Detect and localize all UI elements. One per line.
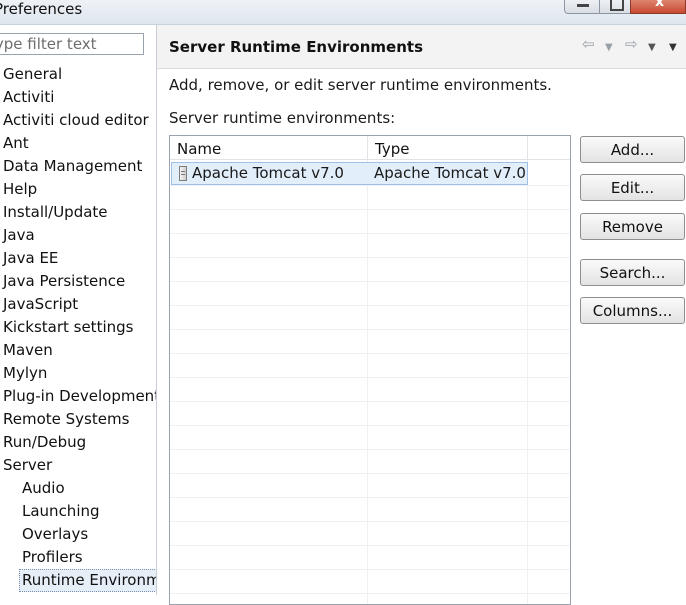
tree-item-java[interactable]: Java (3, 224, 35, 247)
row-divider (170, 257, 570, 258)
tree-item-general[interactable]: General (3, 63, 62, 86)
runtime-environments-table[interactable]: Name Type Apache Tomcat v7.0 Apache Tomc… (169, 135, 571, 605)
row-divider (170, 281, 570, 282)
edit-button[interactable]: Edit... (580, 174, 685, 201)
table-cell-name: Apache Tomcat v7.0 (192, 164, 344, 182)
back-dropdown-icon[interactable]: ▼ (605, 39, 613, 57)
back-arrow-icon[interactable]: ⇦ (582, 35, 595, 53)
tree-item-activiti[interactable]: Activiti (3, 86, 54, 109)
forward-arrow-icon[interactable]: ⇨ (625, 35, 638, 53)
tree-item-install-update[interactable]: Install/Update (3, 201, 108, 224)
column-header-name[interactable]: Name (170, 136, 368, 160)
tree-item-kickstart-settings[interactable]: Kickstart settings (3, 316, 133, 339)
tree-item-java-persistence[interactable]: Java Persistence (3, 270, 125, 293)
page-header: Server Runtime Environments ⇦ ▼ ⇨ ▼ ▼ (157, 25, 686, 69)
page-description: Add, remove, or edit server runtime envi… (169, 76, 552, 94)
row-divider (170, 569, 570, 570)
row-divider (170, 521, 570, 522)
column-header-filler (528, 136, 570, 160)
column-header-type[interactable]: Type (368, 136, 528, 160)
tree-item-server[interactable]: Server (3, 454, 52, 477)
row-divider (170, 353, 570, 354)
row-divider (170, 497, 570, 498)
row-divider (170, 473, 570, 474)
preference-page: Server Runtime Environments ⇦ ▼ ⇨ ▼ ▼ Ad… (157, 25, 686, 605)
tree-item-activiti-cloud-editor[interactable]: Activiti cloud editor (3, 109, 149, 132)
page-title: Server Runtime Environments (169, 38, 423, 56)
preference-tree-pane: General Activiti Activiti cloud editor A… (0, 25, 157, 595)
row-divider (170, 209, 570, 210)
runtime-list-label: Server runtime environments: (169, 109, 396, 127)
forward-dropdown-icon[interactable]: ▼ (648, 39, 656, 57)
tree-item-java-ee[interactable]: Java EE (3, 247, 58, 270)
tree-item-mylyn[interactable]: Mylyn (3, 362, 47, 385)
row-divider (170, 545, 570, 546)
close-icon: x (655, 0, 665, 10)
table-cell-type: Apache Tomcat v7.0 (374, 164, 526, 182)
tree-item-javascript[interactable]: JavaScript (3, 293, 78, 316)
tree-item-server-launching[interactable]: Launching (22, 500, 100, 523)
maximize-button[interactable] (599, 0, 631, 14)
tree-item-data-management[interactable]: Data Management (3, 155, 142, 178)
tree-item-server-runtime-environments[interactable]: Runtime Environments (19, 569, 156, 592)
remove-button[interactable]: Remove (580, 213, 685, 240)
search-button[interactable]: Search... (580, 259, 685, 286)
view-menu-icon[interactable]: ▼ (669, 39, 677, 57)
row-divider (170, 593, 570, 594)
filter-input[interactable] (0, 33, 144, 55)
close-button[interactable]: x (630, 0, 686, 14)
column-divider (367, 160, 368, 604)
tree-item-ant[interactable]: Ant (3, 132, 29, 155)
tree-item-maven[interactable]: Maven (3, 339, 53, 362)
row-divider (170, 425, 570, 426)
row-divider (170, 377, 570, 378)
tree-item-help[interactable]: Help (3, 178, 37, 201)
tree-item-server-overlays[interactable]: Overlays (22, 523, 88, 546)
tree-item-server-profilers[interactable]: Profilers (22, 546, 83, 569)
row-divider (170, 233, 570, 234)
window-title-bar: Preferences x (0, 0, 686, 25)
minimize-button[interactable] (564, 0, 600, 14)
tree-item-plug-in-development[interactable]: Plug-in Development (3, 385, 156, 408)
row-divider (170, 449, 570, 450)
window-title: Preferences (0, 0, 83, 18)
row-divider (170, 329, 570, 330)
table-row[interactable]: Apache Tomcat v7.0 Apache Tomcat v7.0 (171, 162, 528, 185)
row-divider (170, 305, 570, 306)
add-button[interactable]: Add... (580, 136, 685, 163)
tree-item-run-debug[interactable]: Run/Debug (3, 431, 86, 454)
server-icon (179, 166, 187, 181)
row-divider (170, 401, 570, 402)
column-divider (527, 160, 528, 604)
tree-item-server-audio[interactable]: Audio (22, 477, 65, 500)
row-divider (170, 185, 570, 186)
tree-item-remote-systems[interactable]: Remote Systems (3, 408, 129, 431)
columns-button[interactable]: Columns... (580, 297, 685, 324)
